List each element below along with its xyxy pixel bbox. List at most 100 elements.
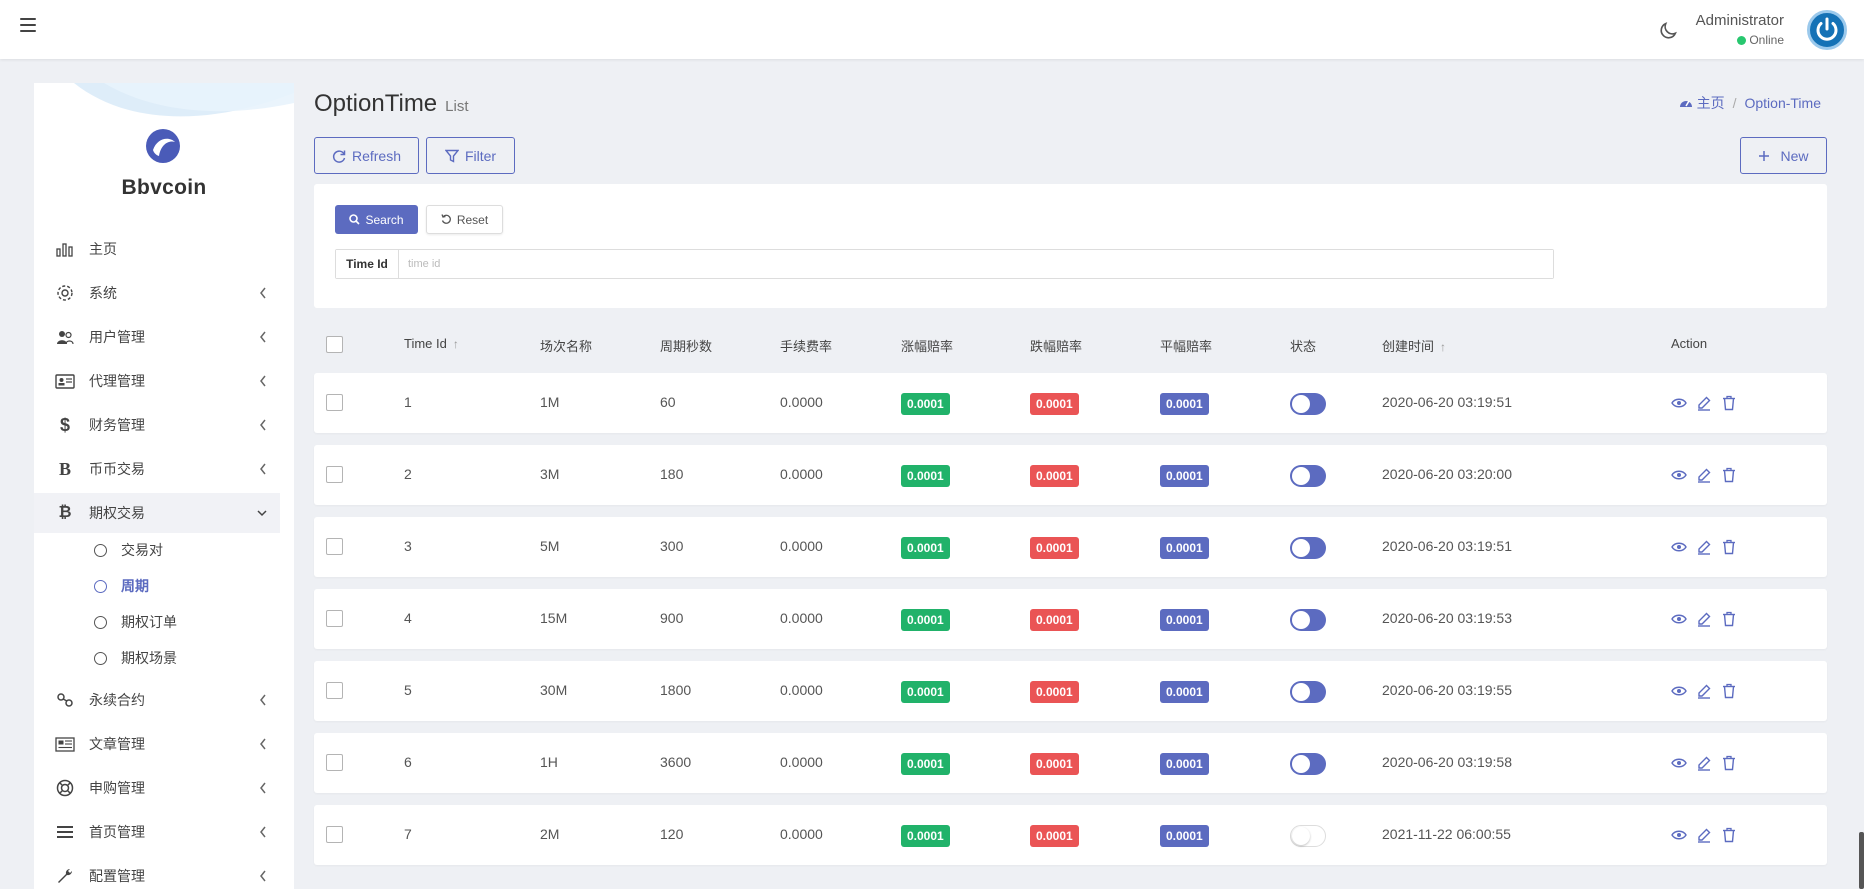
cell-time-id: 3 bbox=[404, 538, 412, 554]
chevron-left-icon bbox=[260, 287, 266, 299]
submenu-item-period[interactable]: 周期 bbox=[34, 571, 294, 601]
sidebar-wave-decoration bbox=[74, 83, 294, 117]
row-checkbox[interactable] bbox=[326, 682, 343, 699]
column-header-action: Action bbox=[1671, 336, 1708, 351]
status-toggle[interactable] bbox=[1290, 537, 1326, 559]
dashboard-icon bbox=[1679, 100, 1692, 107]
new-button[interactable]: New bbox=[1740, 137, 1827, 174]
badge-flat-odds: 0.0001 bbox=[1160, 825, 1209, 847]
trash-icon[interactable] bbox=[1721, 827, 1737, 843]
sidebar-item-perpetual-contracts[interactable]: 永续合约 bbox=[34, 680, 294, 720]
status-toggle[interactable] bbox=[1290, 393, 1326, 415]
search-button[interactable]: Search bbox=[335, 205, 418, 234]
eye-icon[interactable] bbox=[1671, 467, 1687, 483]
moon-icon[interactable] bbox=[1657, 20, 1679, 42]
filter-button[interactable]: Filter bbox=[426, 137, 515, 174]
sidebar-item-agents[interactable]: 代理管理 bbox=[34, 361, 294, 401]
eye-icon[interactable] bbox=[1671, 683, 1687, 699]
sidebar-item-label: 财务管理 bbox=[89, 417, 145, 433]
eye-icon[interactable] bbox=[1671, 827, 1687, 843]
time-id-input[interactable] bbox=[399, 250, 1553, 278]
chevron-left-icon bbox=[260, 870, 266, 882]
sidebar-item-articles[interactable]: 文章管理 bbox=[34, 724, 294, 764]
select-all-checkbox[interactable] bbox=[326, 336, 343, 353]
sidebar-item-subscriptions[interactable]: 申购管理 bbox=[34, 768, 294, 808]
eye-icon[interactable] bbox=[1671, 395, 1687, 411]
status-toggle[interactable] bbox=[1290, 825, 1326, 847]
scrollbar-thumb[interactable] bbox=[1859, 832, 1864, 889]
row-checkbox[interactable] bbox=[326, 610, 343, 627]
status-toggle[interactable] bbox=[1290, 753, 1326, 775]
trash-icon[interactable] bbox=[1721, 755, 1737, 771]
cell-seconds: 60 bbox=[660, 394, 676, 410]
breadcrumb-home[interactable]: 主页 bbox=[1697, 93, 1725, 113]
sidebar-item-config[interactable]: 配置管理 bbox=[34, 856, 294, 889]
column-header-created[interactable]: 创建时间 ↑ bbox=[1382, 336, 1446, 355]
sidebar-item-label: 申购管理 bbox=[89, 780, 145, 796]
trash-icon[interactable] bbox=[1721, 467, 1737, 483]
column-header-down-odds: 跌幅赔率 bbox=[1030, 339, 1083, 354]
reset-button[interactable]: Reset bbox=[426, 205, 503, 234]
sort-arrow-icon[interactable]: ↑ bbox=[1440, 340, 1446, 354]
edit-icon[interactable] bbox=[1696, 611, 1712, 627]
cell-created: 2020-06-20 03:19:51 bbox=[1382, 538, 1512, 554]
badge-down-odds: 0.0001 bbox=[1030, 753, 1079, 775]
cell-time-id: 1 bbox=[404, 394, 412, 410]
submenu-item-label: 周期 bbox=[121, 578, 149, 594]
user-info[interactable]: Administrator Online bbox=[1696, 12, 1784, 47]
eye-icon[interactable] bbox=[1671, 755, 1687, 771]
edit-icon[interactable] bbox=[1696, 467, 1712, 483]
status-toggle[interactable] bbox=[1290, 681, 1326, 703]
submenu-item-option-orders[interactable]: 期权订单 bbox=[34, 607, 294, 637]
trash-icon[interactable] bbox=[1721, 539, 1737, 555]
row-checkbox[interactable] bbox=[326, 538, 343, 555]
eye-icon[interactable] bbox=[1671, 539, 1687, 555]
row-checkbox[interactable] bbox=[326, 826, 343, 843]
bitcoin-icon: ₿ bbox=[58, 504, 72, 521]
cell-seconds: 180 bbox=[660, 466, 684, 482]
cell-created: 2021-11-22 06:00:55 bbox=[1382, 826, 1511, 842]
cell-seconds: 3600 bbox=[660, 754, 692, 770]
edit-icon[interactable] bbox=[1696, 827, 1712, 843]
row-checkbox[interactable] bbox=[326, 394, 343, 411]
column-header-label: Time Id bbox=[404, 336, 447, 351]
hamburger-icon[interactable] bbox=[20, 18, 36, 34]
submenu-item-trading-pair[interactable]: 交易对 bbox=[34, 535, 294, 565]
table-row: 1 1M 60 0.0000 0.0001 0.0001 0.0001 2020-06-20 … bbox=[314, 373, 1827, 433]
sidebar-item-home[interactable]: 主页 bbox=[34, 229, 294, 269]
sort-arrow-icon[interactable]: ↑ bbox=[453, 337, 459, 351]
column-header-time-id[interactable]: Time Id ↑ bbox=[404, 336, 459, 351]
refresh-icon bbox=[332, 149, 346, 163]
chevron-down-icon bbox=[257, 510, 267, 517]
avatar[interactable] bbox=[1807, 10, 1847, 50]
trash-icon[interactable] bbox=[1721, 611, 1737, 627]
cell-name: 3M bbox=[540, 466, 560, 482]
trash-icon[interactable] bbox=[1721, 683, 1737, 699]
eye-icon[interactable] bbox=[1671, 611, 1687, 627]
status-toggle[interactable] bbox=[1290, 609, 1326, 631]
submenu-item-option-scenes[interactable]: 期权场景 bbox=[34, 643, 294, 673]
sidebar-item-label: 系统 bbox=[89, 285, 117, 301]
cell-fee: 0.0000 bbox=[780, 682, 823, 698]
edit-icon[interactable] bbox=[1696, 539, 1712, 555]
row-checkbox[interactable] bbox=[326, 754, 343, 771]
badge-up-odds: 0.0001 bbox=[901, 825, 950, 847]
badge-up-odds: 0.0001 bbox=[901, 393, 950, 415]
refresh-button[interactable]: Refresh bbox=[314, 137, 419, 174]
edit-icon[interactable] bbox=[1696, 683, 1712, 699]
row-checkbox[interactable] bbox=[326, 466, 343, 483]
edit-icon[interactable] bbox=[1696, 755, 1712, 771]
sidebar-item-finance[interactable]: $ 财务管理 bbox=[34, 405, 294, 445]
sidebar-item-spot-trading[interactable]: B 币币交易 bbox=[34, 449, 294, 489]
status-toggle[interactable] bbox=[1290, 465, 1326, 487]
toggle-knob bbox=[1292, 467, 1310, 485]
sidebar-item-system[interactable]: 系统 bbox=[34, 273, 294, 313]
edit-icon[interactable] bbox=[1696, 395, 1712, 411]
sidebar-item-users[interactable]: 用户管理 bbox=[34, 317, 294, 357]
trash-icon[interactable] bbox=[1721, 395, 1737, 411]
sidebar-item-options-trading[interactable]: ₿ 期权交易 bbox=[34, 493, 280, 533]
breadcrumb-separator: / bbox=[1732, 95, 1737, 111]
cell-fee: 0.0000 bbox=[780, 394, 823, 410]
sidebar-item-homepage-manage[interactable]: 首页管理 bbox=[34, 812, 294, 852]
sidebar-item-label: 币币交易 bbox=[89, 461, 145, 477]
